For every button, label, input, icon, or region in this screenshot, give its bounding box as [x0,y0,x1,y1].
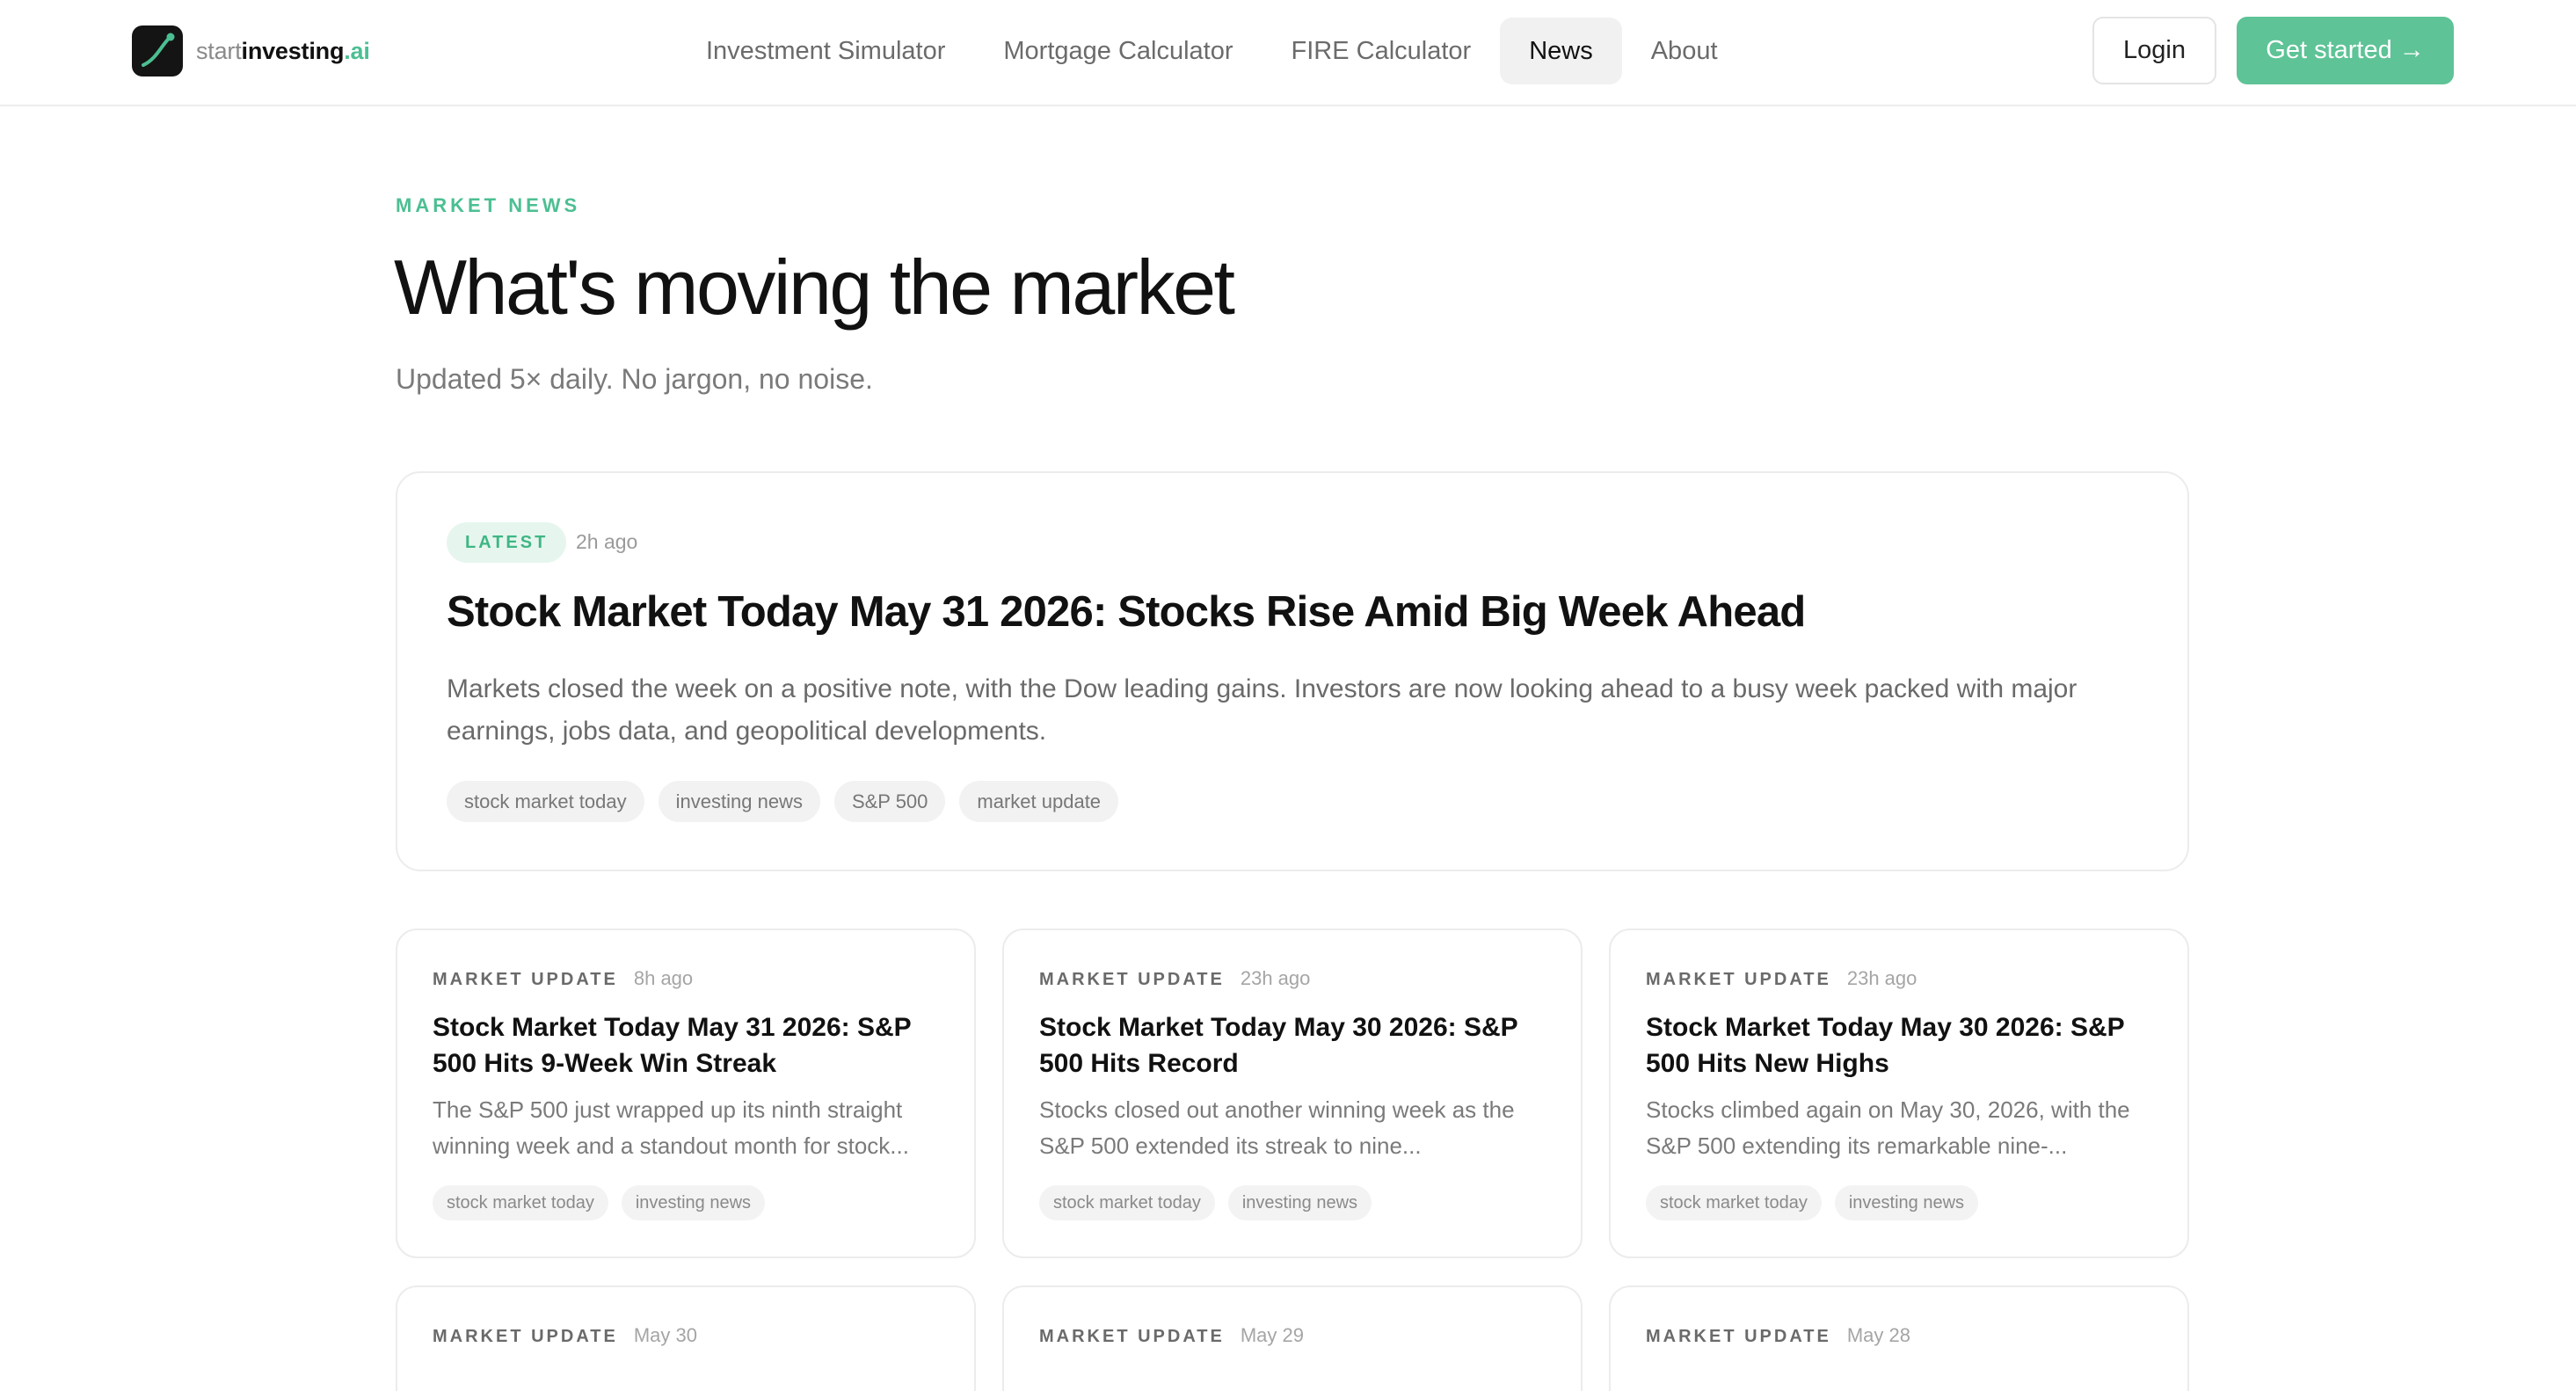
get-started-label: Get started [2266,36,2392,64]
tag-chip[interactable]: investing news [1834,1185,1979,1220]
card-excerpt: Stocks climbed again on May 30, 2026, wi… [1646,1096,2130,1159]
card-meta: MARKET UPDATE May 28 [1646,1324,1910,1347]
section-eyebrow: MARKET NEWS [396,194,581,216]
site-header: startinvesting.ai Investment Simulator M… [0,0,2576,106]
card-meta: MARKET UPDATE May 30 [433,1324,697,1347]
tag-chip[interactable]: investing news [621,1185,766,1220]
chart-trend-icon [132,25,183,76]
card-timestamp: May 29 [1240,1324,1305,1346]
card-timestamp: May 30 [633,1324,698,1346]
login-button[interactable]: Login [2092,17,2216,84]
card-category: MARKET UPDATE [1646,1327,1831,1346]
nav-mortgage-calculator[interactable]: Mortgage Calculator [974,18,1262,84]
card-category: MARKET UPDATE [1646,970,1831,989]
article-card[interactable]: MARKET UPDATE May 29 [1002,1285,1583,1391]
card-category: MARKET UPDATE [433,1327,618,1346]
tag-chip[interactable]: S&P 500 [833,781,946,822]
card-title[interactable]: Stock Market Today May 30 2026: S&P 500 … [1646,1009,2165,1081]
card-meta: MARKET UPDATE 8h ago [433,967,693,990]
card-category: MARKET UPDATE [1039,970,1225,989]
article-card[interactable]: MARKET UPDATE 23h ago Stock Market Today… [1002,929,1583,1258]
card-title[interactable]: Stock Market Today May 31 2026: S&P 500 … [433,1009,951,1081]
card-excerpt: Stocks closed out another winning week a… [1039,1096,1515,1159]
card-timestamp: 23h ago [1240,967,1311,989]
card-meta: MARKET UPDATE 23h ago [1646,967,1917,990]
latest-badge: LATEST [447,522,567,563]
card-timestamp: 23h ago [1846,967,1917,989]
brand-logo[interactable]: startinvesting.ai [132,25,370,76]
tag-chip[interactable]: market update [959,781,1119,822]
tag-chip[interactable]: stock market today [433,1185,608,1220]
tag-chip[interactable]: investing news [658,781,820,822]
tag-chip[interactable]: stock market today [1646,1185,1822,1220]
tag-chip[interactable]: stock market today [447,781,644,822]
nav-fire-calculator[interactable]: FIRE Calculator [1263,18,1501,84]
article-card[interactable]: MARKET UPDATE 23h ago Stock Market Today… [1609,929,2189,1258]
article-card[interactable]: MARKET UPDATE May 30 [396,1285,976,1391]
card-tags: stock market today investing news [433,1185,766,1220]
card-timestamp: May 28 [1846,1324,1911,1346]
card-tags: stock market today investing news [1039,1185,1372,1220]
card-category: MARKET UPDATE [433,970,618,989]
card-timestamp: 8h ago [633,967,694,989]
card-title[interactable]: Stock Market Today May 30 2026: S&P 500 … [1039,1009,1558,1081]
card-excerpt: The S&P 500 just wrapped up its ninth st… [433,1096,909,1159]
nav-investment-simulator[interactable]: Investment Simulator [677,18,974,84]
card-meta: MARKET UPDATE May 29 [1039,1324,1304,1347]
nav-news[interactable]: News [1500,18,1622,84]
featured-tags: stock market today investing news S&P 50… [447,781,1119,822]
card-meta: MARKET UPDATE 23h ago [1039,967,1310,990]
nav-about[interactable]: About [1622,18,1747,84]
article-card[interactable]: MARKET UPDATE May 28 [1609,1285,2189,1391]
featured-article-card[interactable]: LATEST 2h ago Stock Market Today May 31 … [396,471,2189,871]
featured-excerpt: Markets closed the week on a positive no… [447,674,2078,746]
brand-wordmark: startinvesting.ai [196,37,370,64]
page-subtitle: Updated 5× daily. No jargon, no noise. [396,363,873,395]
card-tags: stock market today investing news [1646,1185,1979,1220]
featured-title[interactable]: Stock Market Today May 31 2026: Stocks R… [447,587,1806,637]
page-title: What's moving the market [394,244,1235,331]
main-nav: Investment Simulator Mortgage Calculator… [677,18,1747,84]
tag-chip[interactable]: stock market today [1039,1185,1215,1220]
arrow-right-icon: → [2398,36,2425,64]
tag-chip[interactable]: investing news [1227,1185,1372,1220]
featured-timestamp: 2h ago [576,530,638,553]
card-category: MARKET UPDATE [1039,1327,1225,1346]
article-card[interactable]: MARKET UPDATE 8h ago Stock Market Today … [396,929,976,1258]
get-started-button[interactable]: Get started → [2237,17,2454,84]
